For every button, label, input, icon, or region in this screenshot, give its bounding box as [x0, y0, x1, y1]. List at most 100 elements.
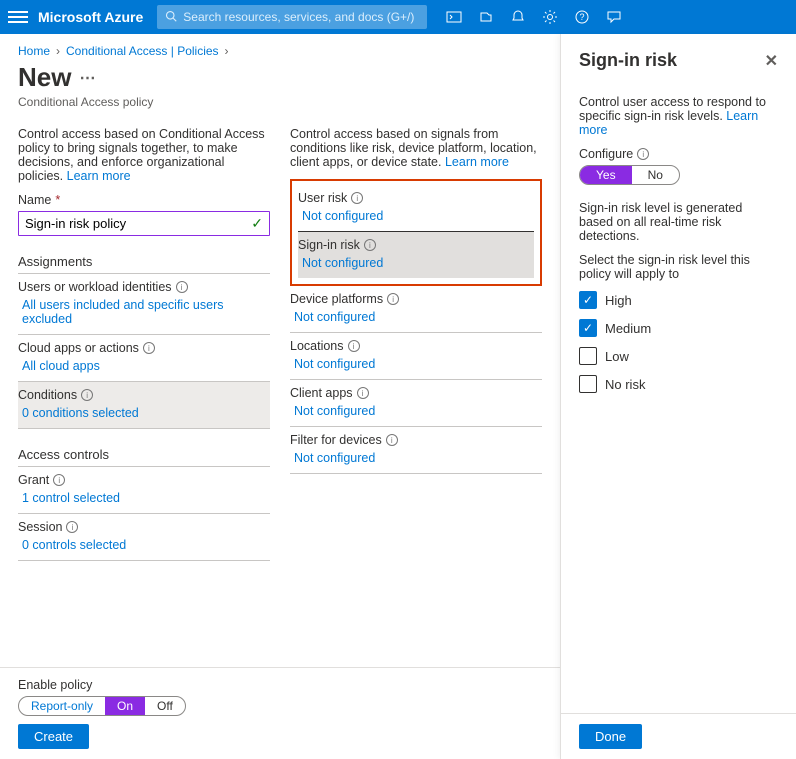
toggle-off[interactable]: Off: [145, 697, 185, 715]
client-apps-value[interactable]: Not configured: [290, 404, 542, 418]
conditions-label: Conditions: [18, 388, 77, 402]
configure-label-text: Configure: [579, 147, 633, 161]
device-platforms-value[interactable]: Not configured: [290, 310, 542, 324]
svg-text:?: ?: [580, 12, 585, 22]
checkbox-high-label: High: [605, 293, 632, 308]
info-icon[interactable]: i: [176, 281, 188, 293]
user-risk-value[interactable]: Not configured: [298, 209, 534, 223]
session-value[interactable]: 0 controls selected: [18, 538, 270, 552]
device-platforms-row[interactable]: Device platforms i Not configured: [290, 286, 542, 333]
main-content: Home › Conditional Access | Policies › N…: [0, 34, 560, 759]
apps-label: Cloud apps or actions: [18, 341, 139, 355]
configure-label: Configure i: [579, 147, 778, 161]
panel-footer: Done: [561, 713, 796, 759]
left-column: Control access based on Conditional Acce…: [18, 127, 270, 561]
checkbox-high-row[interactable]: High: [579, 291, 778, 309]
name-textbox[interactable]: ✓: [18, 211, 270, 236]
checkbox-low-row[interactable]: Low: [579, 347, 778, 365]
session-row[interactable]: Sessioni 0 controls selected: [18, 514, 270, 561]
users-value[interactable]: All users included and specific users ex…: [18, 298, 270, 326]
toggle-report-only[interactable]: Report-only: [19, 697, 105, 715]
filter-devices-row[interactable]: Filter for devices i Not configured: [290, 427, 542, 474]
panel-description: Control user access to respond to specif…: [579, 95, 778, 137]
name-input[interactable]: [25, 216, 251, 231]
breadcrumb-home[interactable]: Home: [18, 44, 50, 58]
search-input[interactable]: [183, 10, 419, 24]
checkbox-high[interactable]: [579, 291, 597, 309]
checkbox-low[interactable]: [579, 347, 597, 365]
feedback-icon[interactable]: [605, 8, 623, 26]
checkbox-low-label: Low: [605, 349, 629, 364]
done-button[interactable]: Done: [579, 724, 642, 749]
page-title: New ⋯: [18, 62, 542, 93]
info-icon[interactable]: i: [143, 342, 155, 354]
info-icon[interactable]: i: [351, 192, 363, 204]
info-icon[interactable]: i: [357, 387, 369, 399]
cloud-shell-icon[interactable]: [445, 8, 463, 26]
menu-icon[interactable]: [8, 11, 28, 23]
configure-toggle[interactable]: Yes No: [579, 165, 680, 185]
apps-row[interactable]: Cloud apps or actions i All cloud apps: [18, 335, 270, 382]
learn-more-link[interactable]: Learn more: [445, 155, 509, 169]
grant-row[interactable]: Granti 1 control selected: [18, 467, 270, 514]
directories-icon[interactable]: [477, 8, 495, 26]
chevron-right-icon: ›: [56, 44, 60, 58]
toggle-on[interactable]: On: [105, 697, 145, 715]
chevron-right-icon: ›: [225, 44, 229, 58]
signin-risk-value[interactable]: Not configured: [298, 256, 534, 270]
users-label: Users or workload identities: [18, 280, 172, 294]
create-button[interactable]: Create: [18, 724, 89, 749]
name-label-text: Name: [18, 193, 51, 207]
conditions-row[interactable]: Conditions i 0 conditions selected: [18, 382, 270, 429]
apps-value[interactable]: All cloud apps: [18, 359, 270, 373]
required-indicator: *: [55, 193, 60, 207]
notifications-icon[interactable]: [509, 8, 527, 26]
breadcrumb-policies[interactable]: Conditional Access | Policies: [66, 44, 219, 58]
info-icon[interactable]: i: [348, 340, 360, 352]
checkbox-medium-label: Medium: [605, 321, 651, 336]
learn-more-link[interactable]: Learn more: [67, 169, 131, 183]
left-footer: Enable policy Report-only On Off Create: [0, 667, 560, 759]
users-row[interactable]: Users or workload identities i All users …: [18, 274, 270, 335]
checkmark-icon: ✓: [251, 215, 263, 232]
device-platforms-label: Device platforms: [290, 292, 383, 306]
signin-risk-label: Sign-in risk: [298, 238, 360, 252]
header-icons: ?: [445, 8, 623, 26]
info-icon[interactable]: i: [364, 239, 376, 251]
client-apps-label: Client apps: [290, 386, 353, 400]
more-icon[interactable]: ⋯: [79, 68, 95, 88]
signin-risk-row[interactable]: Sign-in risk i Not configured: [298, 232, 534, 278]
search-box[interactable]: [157, 5, 427, 29]
search-icon: [165, 10, 177, 25]
checkbox-norisk[interactable]: [579, 375, 597, 393]
filter-devices-value[interactable]: Not configured: [290, 451, 542, 465]
close-icon[interactable]: ✕: [765, 51, 778, 71]
locations-value[interactable]: Not configured: [290, 357, 542, 371]
info-icon[interactable]: i: [53, 474, 65, 486]
info-icon[interactable]: i: [386, 434, 398, 446]
info-icon[interactable]: i: [637, 148, 649, 160]
client-apps-row[interactable]: Client apps i Not configured: [290, 380, 542, 427]
toggle-no[interactable]: No: [632, 166, 679, 184]
locations-row[interactable]: Locationsi Not configured: [290, 333, 542, 380]
conditions-value[interactable]: 0 conditions selected: [18, 406, 270, 420]
name-label: Name *: [18, 193, 270, 207]
help-icon[interactable]: ?: [573, 8, 591, 26]
info-icon[interactable]: i: [81, 389, 93, 401]
grant-value[interactable]: 1 control selected: [18, 491, 270, 505]
info-icon[interactable]: i: [387, 293, 399, 305]
filter-devices-label: Filter for devices: [290, 433, 382, 447]
info-icon[interactable]: i: [66, 521, 78, 533]
user-risk-row[interactable]: User riski Not configured: [298, 185, 534, 232]
panel-header: Sign-in risk ✕: [579, 50, 778, 71]
settings-icon[interactable]: [541, 8, 559, 26]
access-controls-section: Access controls: [18, 447, 270, 467]
toggle-yes[interactable]: Yes: [580, 166, 632, 184]
brand-label: Microsoft Azure: [38, 9, 143, 25]
checkbox-medium[interactable]: [579, 319, 597, 337]
top-header: Microsoft Azure ?: [0, 0, 796, 34]
checkbox-norisk-row[interactable]: No risk: [579, 375, 778, 393]
signin-risk-panel: Sign-in risk ✕ Control user access to re…: [560, 34, 796, 759]
checkbox-medium-row[interactable]: Medium: [579, 319, 778, 337]
enable-policy-toggle[interactable]: Report-only On Off: [18, 696, 186, 716]
